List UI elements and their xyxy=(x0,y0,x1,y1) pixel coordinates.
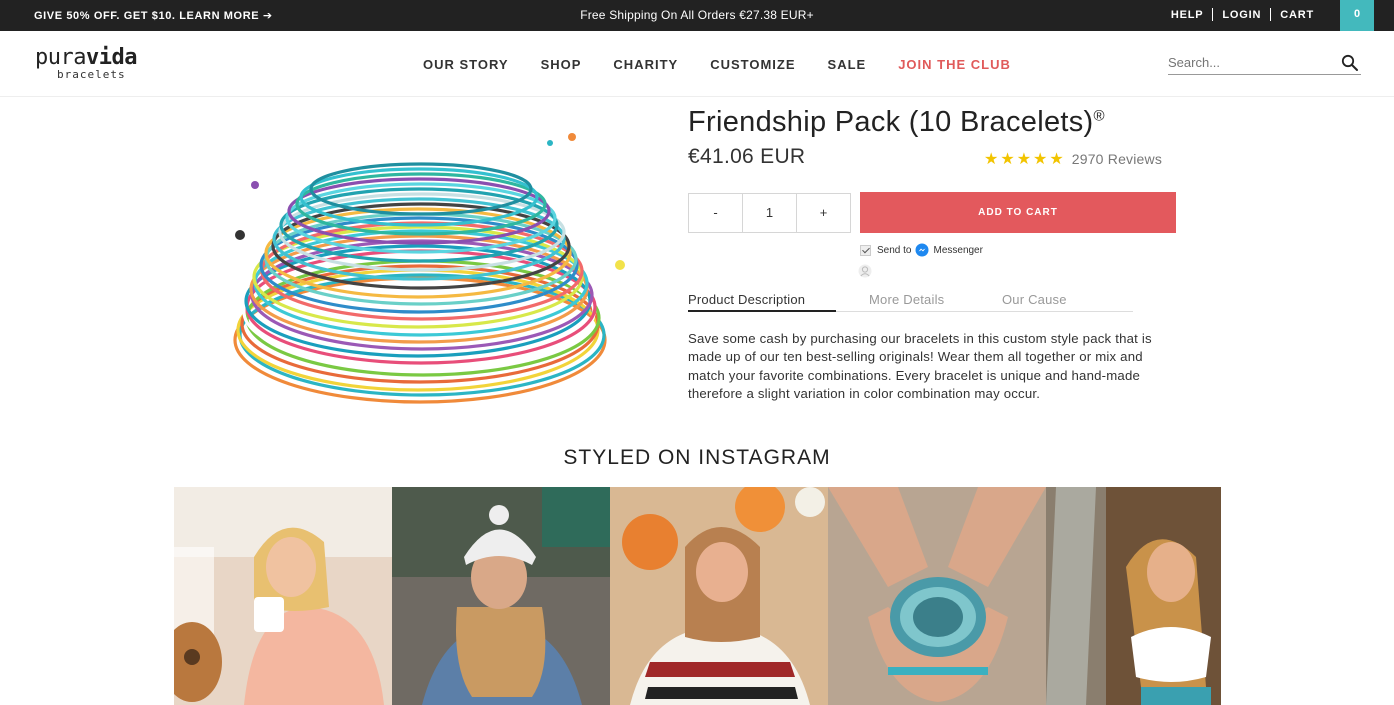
nav-sale[interactable]: SALE xyxy=(828,57,867,72)
nav-customize[interactable]: CUSTOMIZE xyxy=(710,57,795,72)
messenger-icon xyxy=(915,243,929,257)
login-link[interactable]: LOGIN xyxy=(1222,9,1261,21)
logo-subtitle: bracelets xyxy=(57,68,126,81)
add-to-cart-button[interactable]: ADD TO CART xyxy=(860,192,1176,233)
instagram-photo[interactable] xyxy=(392,487,610,705)
cart-link[interactable]: CART xyxy=(1280,9,1314,21)
qty-decrease-button[interactable]: - xyxy=(689,194,743,232)
search-icon[interactable] xyxy=(1341,54,1359,72)
nav-shop[interactable]: SHOP xyxy=(541,57,582,72)
site-header: puravida bracelets OUR STORY SHOP CHARIT… xyxy=(0,31,1394,97)
instagram-photo[interactable] xyxy=(1046,487,1221,705)
help-link[interactable]: HELP xyxy=(1171,9,1204,21)
instagram-gallery xyxy=(174,487,1221,705)
search-bar xyxy=(1168,54,1361,75)
account-links: HELP LOGIN CART xyxy=(1171,8,1314,21)
qty-input[interactable]: 1 xyxy=(743,194,797,232)
tab-more-details[interactable]: More Details xyxy=(869,292,944,307)
logo[interactable]: puravida bracelets xyxy=(35,45,137,81)
review-count[interactable]: 2970 Reviews xyxy=(1072,151,1162,167)
search-input[interactable] xyxy=(1168,55,1328,70)
main-nav: OUR STORY SHOP CHARITY CUSTOMIZE SALE JO… xyxy=(423,57,1043,72)
product-title: Friendship Pack (10 Bracelets)® xyxy=(688,106,1105,138)
qty-increase-button[interactable]: + xyxy=(797,194,850,232)
promo-bar: GIVE 50% OFF. GET $10. LEARN MORE ➔ Free… xyxy=(0,0,1394,31)
messenger-label: Messenger xyxy=(933,244,983,256)
nav-join-club[interactable]: JOIN THE CLUB xyxy=(898,57,1011,72)
nav-our-story[interactable]: OUR STORY xyxy=(423,57,509,72)
product-rating[interactable]: ★★★★★ 2970 Reviews xyxy=(984,149,1162,169)
instagram-photo[interactable] xyxy=(828,487,1046,705)
instagram-photo[interactable] xyxy=(174,487,392,705)
logo-wordmark: puravida xyxy=(35,45,137,70)
instagram-section-title: STYLED ON INSTAGRAM xyxy=(563,446,831,469)
instagram-photo[interactable] xyxy=(610,487,828,705)
cart-count-badge[interactable]: 0 xyxy=(1340,0,1374,31)
divider xyxy=(1270,8,1272,21)
send-to-label: Send to xyxy=(877,244,912,256)
product-description: Save some cash by purchasing our bracele… xyxy=(688,331,1152,402)
nav-charity[interactable]: CHARITY xyxy=(613,57,678,72)
divider xyxy=(1212,8,1214,21)
quantity-stepper: - 1 + xyxy=(688,193,851,233)
product-image[interactable] xyxy=(220,125,640,425)
send-to-messenger: Send to Messenger xyxy=(860,243,983,257)
product-price: €41.06 EUR xyxy=(688,145,806,168)
star-rating-icon: ★★★★★ xyxy=(984,151,1066,168)
product-tabs: Product Description More Details Our Cau… xyxy=(688,292,1133,312)
tab-our-cause[interactable]: Our Cause xyxy=(1002,292,1067,307)
send-to-messenger-checkbox[interactable] xyxy=(860,244,871,256)
registered-mark: ® xyxy=(1093,107,1105,125)
tab-product-description[interactable]: Product Description xyxy=(688,292,837,312)
user-avatar-icon xyxy=(858,264,872,278)
